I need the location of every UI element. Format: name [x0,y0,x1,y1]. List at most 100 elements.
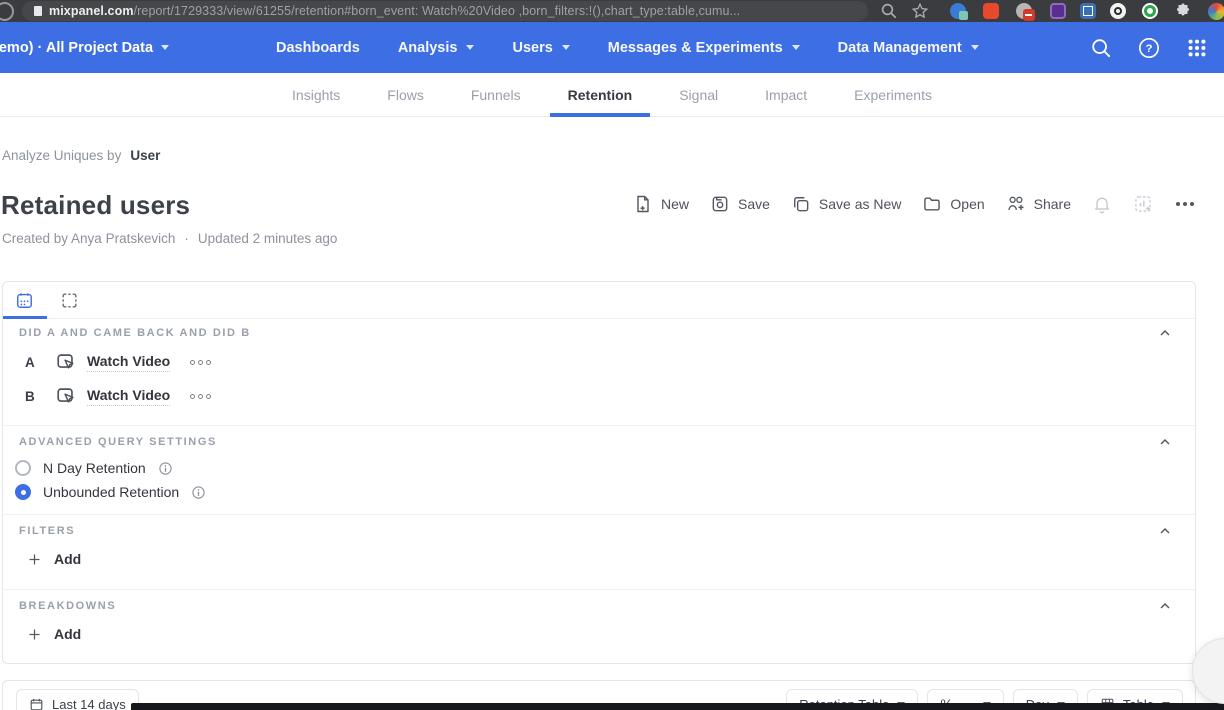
copy-icon [791,194,811,214]
bell-icon [1092,194,1112,214]
bookmark-star-icon[interactable] [911,2,929,20]
extension-icon-4[interactable] [1050,3,1066,19]
divider [3,425,1195,426]
caret-down-icon [466,45,474,50]
report-actions: New Save Save as New Open Share [633,194,1196,214]
search-icon[interactable] [880,2,898,20]
url-text: mixpanel.com/report/1729333/view/61255/r… [49,4,740,18]
compare-report-icon [1133,194,1153,214]
collapse-chevron-icon[interactable] [1157,598,1173,614]
selection-box-icon[interactable] [60,291,79,310]
caret-down-icon [161,45,169,50]
section-title-advanced: ADVANCED QUERY SETTINGS [19,436,217,448]
search-icon[interactable] [1090,37,1112,59]
divider [3,589,1195,590]
nav-item-dashboards[interactable]: Dashboards [276,40,360,56]
extensions-puzzle-icon[interactable] [1174,2,1192,20]
caret-down-icon [562,45,570,50]
extension-icon-2[interactable] [983,3,999,19]
info-icon[interactable] [191,485,206,500]
event-icon [55,385,77,407]
date-range-label: Last 14 days [52,697,126,710]
address-bar[interactable]: mixpanel.com/report/1729333/view/61255/r… [22,1,868,21]
radio-n-day-retention[interactable]: N Day Retention [15,460,173,476]
analyze-entity-selector[interactable]: User [130,148,160,163]
share-button[interactable]: Share [1006,194,1071,214]
browser-url-bar: mixpanel.com/report/1729333/view/61255/r… [0,0,1224,22]
row-options-button[interactable] [190,360,211,365]
tab-flows[interactable]: Flows [387,73,424,117]
profile-avatar[interactable] [1208,3,1224,20]
add-to-board-button[interactable] [1133,194,1153,214]
save-as-new-button[interactable]: Save as New [791,194,901,214]
new-button[interactable]: New [633,194,689,214]
tab-experiments[interactable]: Experiments [854,73,932,117]
query-builder-card: DID A AND CAME BACK AND DID B A Watch Vi… [2,281,1196,664]
alerts-bell-button[interactable] [1092,194,1112,214]
info-icon[interactable] [158,461,173,476]
open-button[interactable]: Open [922,194,984,214]
event-selector[interactable]: Watch Video [87,353,170,372]
extension-icon-3[interactable] [1016,3,1032,19]
nav-item-analysis[interactable]: Analysis [398,40,475,56]
event-row-b: B Watch Video [25,385,211,407]
dock-strip [131,703,1224,710]
radio-unbounded-retention[interactable]: Unbounded Retention [15,484,206,500]
row-letter: A [25,355,39,370]
tab-label: Impact [765,87,807,103]
nav-item-messages-experiments[interactable]: Messages & Experiments [608,40,800,56]
analyze-uniques-row: Analyze Uniques by User [2,148,160,163]
add-filter-button[interactable]: Add [27,551,81,567]
project-selector[interactable]: demo) · All Project Data [0,22,169,73]
nav-item-data-management[interactable]: Data Management [838,40,979,56]
url-path: /report/1729333/view/61255/retention#bor… [134,4,741,18]
plus-icon [27,552,42,567]
report-type-tabs: Insights Flows Funnels Retention Signal … [0,73,1224,117]
extension-icon-6[interactable] [1110,3,1126,19]
file-plus-icon [633,194,653,214]
tab-label: Insights [292,87,340,103]
folder-icon [922,194,942,214]
nav-label: Users [512,40,552,56]
app-root: mixpanel.com/report/1729333/view/61255/r… [0,0,1224,710]
tab-insights[interactable]: Insights [292,73,340,117]
section-title-did-a-b: DID A AND CAME BACK AND DID B [19,327,251,339]
section-title-filters: FILTERS [19,525,75,537]
report-byline: Created by Anya Pratskevich · Updated 2 … [2,231,337,246]
help-launcher-button[interactable] [1192,638,1224,704]
radio-off-icon [15,460,31,476]
event-icon [55,351,77,373]
plus-icon [27,627,42,642]
extension-icon-5[interactable] [1080,3,1096,19]
save-icon [710,194,730,214]
help-icon[interactable]: ? [1138,37,1160,59]
collapse-chevron-icon[interactable] [1157,523,1173,539]
event-selector[interactable]: Watch Video [87,387,170,406]
tab-retention[interactable]: Retention [568,73,633,117]
add-label: Add [54,626,81,642]
nav-item-users[interactable]: Users [512,40,569,56]
extension-icon-1[interactable] [950,3,966,19]
collapse-chevron-icon[interactable] [1157,325,1173,341]
tab-impact[interactable]: Impact [765,73,807,117]
more-options-button[interactable] [1174,198,1196,210]
date-range-button[interactable]: Last 14 days [16,689,139,710]
builder-mode-tabs [3,282,1195,319]
extension-icon-7[interactable] [1142,3,1158,19]
section-title-breakdowns: BREAKDOWNS [19,600,116,612]
nav-label: Messages & Experiments [608,40,783,56]
retention-builder-icon[interactable] [15,291,34,310]
tab-funnels[interactable]: Funnels [471,73,521,117]
tab-signal[interactable]: Signal [679,73,718,117]
analyze-label: Analyze Uniques by [2,148,121,163]
row-options-button[interactable] [190,394,211,399]
divider [3,514,1195,515]
add-breakdown-button[interactable]: Add [27,626,81,642]
save-button[interactable]: Save [710,194,770,214]
collapse-chevron-icon[interactable] [1157,434,1173,450]
apps-grid-icon[interactable] [1186,37,1208,59]
nav-label: Dashboards [276,40,360,56]
reload-icon[interactable] [0,2,14,21]
nav-label: Data Management [838,40,962,56]
active-tab-underline [3,316,47,319]
